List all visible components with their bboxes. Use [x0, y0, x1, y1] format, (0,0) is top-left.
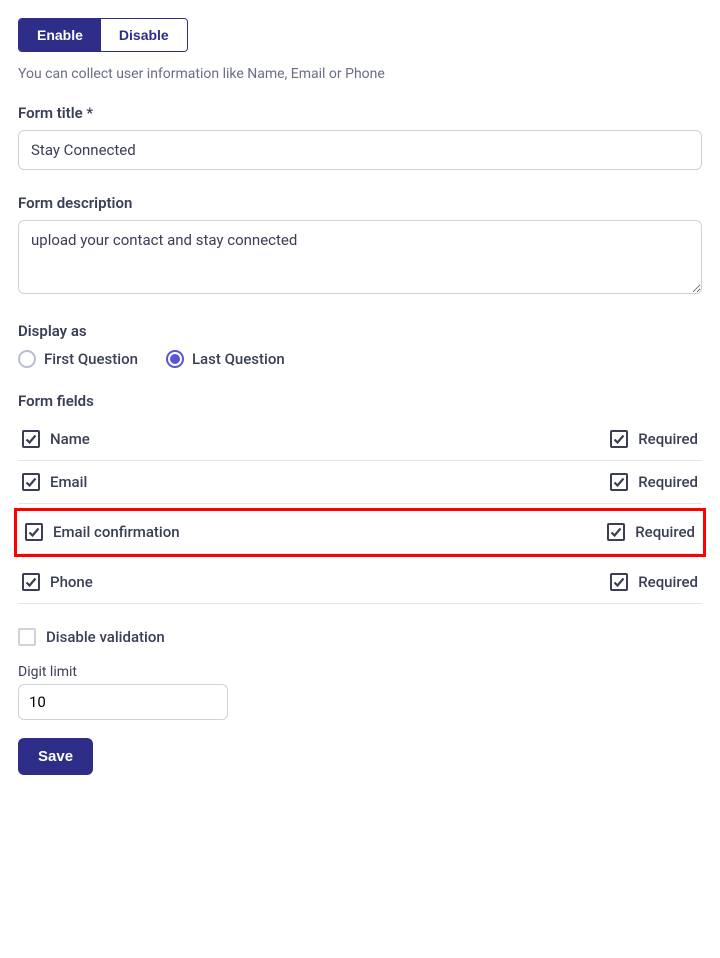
field-name-label: Name — [50, 430, 90, 448]
enable-disable-toggle: Enable Disable — [18, 18, 188, 52]
required-label: Required — [638, 473, 698, 491]
highlighted-field: Email confirmation Required — [14, 508, 706, 557]
field-row: Phone Required — [18, 561, 702, 604]
radio-icon — [18, 350, 36, 368]
helper-text: You can collect user information like Na… — [18, 66, 702, 82]
field-checkbox[interactable] — [25, 523, 43, 541]
form-description-group: Form description — [18, 194, 702, 298]
required-label: Required — [638, 573, 698, 591]
required-checkbox[interactable] — [610, 430, 628, 448]
field-name-label: Phone — [50, 573, 93, 591]
digit-limit-input[interactable] — [18, 684, 228, 720]
required-checkbox[interactable] — [607, 523, 625, 541]
required-checkbox[interactable] — [610, 473, 628, 491]
radio-label: First Question — [44, 350, 138, 368]
field-name-label: Email confirmation — [53, 523, 180, 541]
enable-toggle-button[interactable]: Enable — [19, 19, 101, 51]
field-row: Email Required — [18, 461, 702, 504]
radio-last-question[interactable]: Last Question — [166, 350, 285, 368]
form-fields-group: Form fields NameRequiredEmailRequiredEma… — [18, 392, 702, 604]
disable-toggle-button[interactable]: Disable — [101, 19, 187, 51]
save-button[interactable]: Save — [18, 738, 93, 775]
display-as-label: Display as — [18, 322, 702, 340]
required-checkbox[interactable] — [610, 573, 628, 591]
field-checkbox[interactable] — [22, 573, 40, 591]
radio-icon — [166, 350, 184, 368]
digit-limit-group: Digit limit — [18, 664, 702, 720]
disable-validation-checkbox[interactable] — [18, 628, 36, 646]
form-title-input[interactable] — [18, 130, 702, 170]
required-label: Required — [638, 430, 698, 448]
form-title-group: Form title * — [18, 104, 702, 170]
digit-limit-label: Digit limit — [18, 664, 702, 680]
disable-validation-row: Disable validation — [18, 628, 702, 646]
disable-validation-label: Disable validation — [46, 628, 165, 646]
field-name-label: Email — [50, 473, 87, 491]
form-title-label: Form title * — [18, 104, 702, 122]
form-description-label: Form description — [18, 194, 702, 212]
form-fields-label: Form fields — [18, 392, 702, 410]
field-row: Email confirmation Required — [21, 511, 699, 554]
form-description-input[interactable] — [18, 220, 702, 294]
field-row: Name Required — [18, 418, 702, 461]
display-as-group: Display as First Question Last Question — [18, 322, 702, 368]
radio-first-question[interactable]: First Question — [18, 350, 138, 368]
field-checkbox[interactable] — [22, 473, 40, 491]
radio-label: Last Question — [192, 350, 285, 368]
required-label: Required — [635, 523, 695, 541]
field-checkbox[interactable] — [22, 430, 40, 448]
